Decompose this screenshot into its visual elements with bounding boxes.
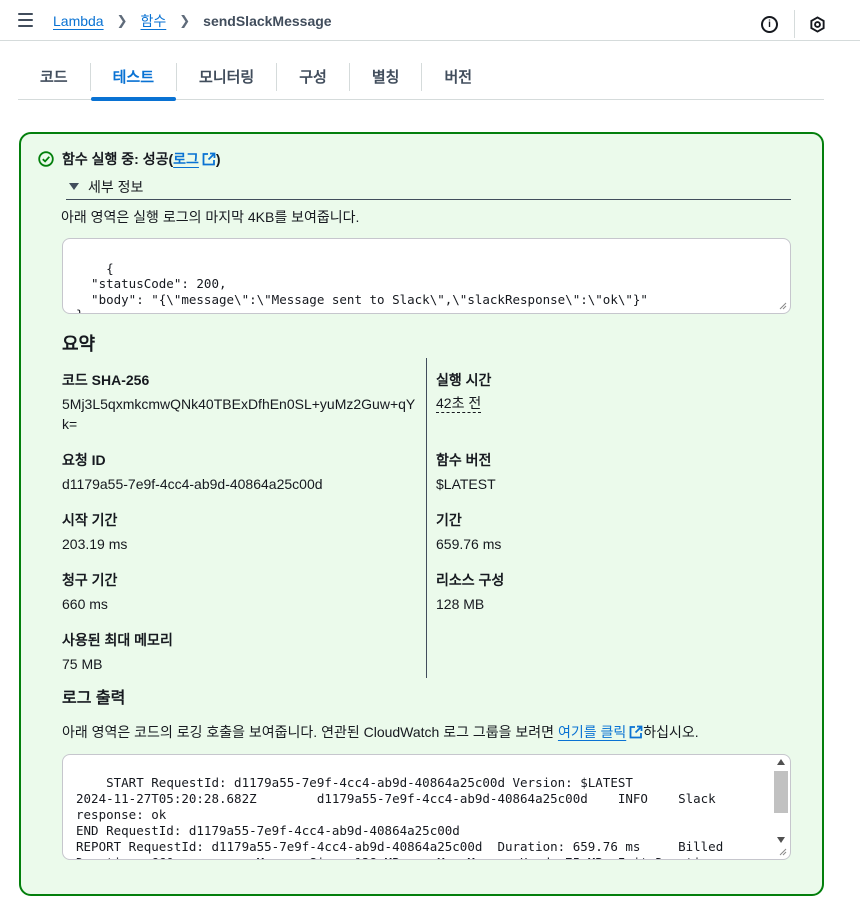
response-output[interactable]: { "statusCode": 200, "body": "{\"message… <box>62 238 791 314</box>
duration-label: 기간 <box>436 512 462 528</box>
init-duration-field: 시작 기간 203.19 ms <box>62 510 127 554</box>
init-duration-label: 시작 기간 <box>62 512 118 528</box>
max-memory-field: 사용된 최대 메모리 75 MB <box>62 630 173 674</box>
status-text: 함수 실행 중: 성공( <box>62 151 174 167</box>
top-navigation-bar: Lambda ❯ 함수 ❯ sendSlackMessage i <box>0 0 860 41</box>
cloudwatch-link-label: 여기를 클릭 <box>557 724 627 740</box>
cloudwatch-link[interactable]: 여기를 클릭 <box>558 724 626 740</box>
external-link-icon <box>629 725 643 739</box>
function-version-value: $LATEST <box>436 476 496 492</box>
function-version-field: 함수 버전 $LATEST <box>436 450 496 494</box>
resources-label: 리소스 구성 <box>436 572 505 588</box>
scroll-down-arrow-icon[interactable] <box>777 837 785 843</box>
tab-bar: 코드 테스트 모니터링 구성 별칭 버전 <box>18 54 824 101</box>
request-id-value: d1179a55-7e9f-4cc4-ab9d-40864a25c00d <box>62 476 323 492</box>
success-check-icon <box>38 151 54 167</box>
log-output-textarea[interactable]: START RequestId: d1179a55-7e9f-4cc4-ab9d… <box>62 754 791 860</box>
tab-monitoring[interactable]: 모니터링 <box>177 54 276 99</box>
breadcrumb-current: sendSlackMessage <box>203 13 332 29</box>
tab-aliases[interactable]: 별칭 <box>350 54 422 99</box>
log-output-text: START RequestId: d1179a55-7e9f-4cc4-ab9d… <box>76 775 724 859</box>
code-sha-label: 코드 SHA-256 <box>62 372 150 388</box>
max-memory-label: 사용된 최대 메모리 <box>62 632 173 648</box>
chevron-right-icon: ❯ <box>179 13 191 28</box>
log-output-heading: 로그 출력 <box>62 690 126 707</box>
summary-heading: 요약 <box>62 334 96 354</box>
execution-status: 함수 실행 중: 성공( 로그 ) <box>38 149 221 169</box>
info-icon[interactable]: i <box>761 15 778 33</box>
details-expander[interactable]: 세부 정보 <box>66 174 791 200</box>
menu-icon[interactable] <box>18 13 33 27</box>
duration-value: 659.76 ms <box>436 536 502 552</box>
init-duration-value: 203.19 ms <box>62 536 128 552</box>
log-link-label: 로그 <box>173 151 199 167</box>
code-sha-field: 코드 SHA-256 5Mj3L5qxmkcmwQNk40TBExDfhEn0S… <box>62 370 417 434</box>
log-desc-suffix: 하십시오. <box>643 724 699 740</box>
execution-time-value[interactable]: 42초 전 <box>436 394 482 413</box>
billed-duration-label: 청구 기간 <box>62 572 118 588</box>
resize-handle-icon[interactable] <box>779 302 787 310</box>
column-divider <box>426 358 427 678</box>
billed-duration-field: 청구 기간 660 ms <box>62 570 117 614</box>
execution-result-panel: 함수 실행 중: 성공( 로그 ) 세부 정보 아래 영역은 실행 로그의 마지… <box>19 132 824 896</box>
chevron-right-icon: ❯ <box>116 13 128 28</box>
execution-time-field: 실행 시간 42초 전 <box>436 370 491 413</box>
tab-versions[interactable]: 버전 <box>422 54 494 99</box>
max-memory-value: 75 MB <box>62 656 103 672</box>
tab-configuration[interactable]: 구성 <box>277 54 349 99</box>
tab-test[interactable]: 테스트 <box>90 54 177 101</box>
log-desc-prefix: 아래 영역은 코드의 로깅 호출을 보여줍니다. 연관된 CloudWatch … <box>62 724 558 740</box>
breadcrumb: Lambda ❯ 함수 ❯ sendSlackMessage <box>53 11 332 31</box>
function-version-label: 함수 버전 <box>436 452 492 468</box>
execution-time-label: 실행 시간 <box>436 372 492 388</box>
resize-handle-icon[interactable] <box>779 848 787 856</box>
resources-value: 128 MB <box>436 596 485 612</box>
breadcrumb-functions-link[interactable]: 함수 <box>141 11 167 31</box>
duration-field: 기간 659.76 ms <box>436 510 501 554</box>
scrollbar[interactable] <box>774 759 788 843</box>
log-output-description: 아래 영역은 코드의 로깅 호출을 보여줍니다. 연관된 CloudWatch … <box>62 722 699 742</box>
scroll-up-arrow-icon[interactable] <box>777 759 785 765</box>
tab-code[interactable]: 코드 <box>18 54 90 99</box>
header-actions: i <box>761 10 826 38</box>
caret-down-icon <box>69 183 79 190</box>
external-link-icon <box>202 152 216 166</box>
billed-duration-value: 660 ms <box>62 596 108 612</box>
execution-log-description: 아래 영역은 실행 로그의 마지막 4KB를 보여줍니다. <box>61 209 360 225</box>
gear-icon[interactable] <box>809 15 826 33</box>
breadcrumb-lambda-link[interactable]: Lambda <box>53 13 104 29</box>
log-link[interactable]: 로그 <box>173 149 216 169</box>
resources-field: 리소스 구성 128 MB <box>436 570 504 614</box>
divider <box>794 10 795 38</box>
status-suffix: ) <box>215 151 221 167</box>
request-id-label: 요청 ID <box>62 452 106 468</box>
code-sha-value: 5Mj3L5qxmkcmwQNk40TBExDfhEn0SL+yuMz2Guw+… <box>62 396 416 432</box>
request-id-field: 요청 ID d1179a55-7e9f-4cc4-ab9d-40864a25c0… <box>62 450 323 494</box>
scrollbar-thumb[interactable] <box>774 771 788 813</box>
response-text: { "statusCode": 200, "body": "{\"message… <box>76 260 648 313</box>
details-label: 세부 정보 <box>88 178 144 195</box>
